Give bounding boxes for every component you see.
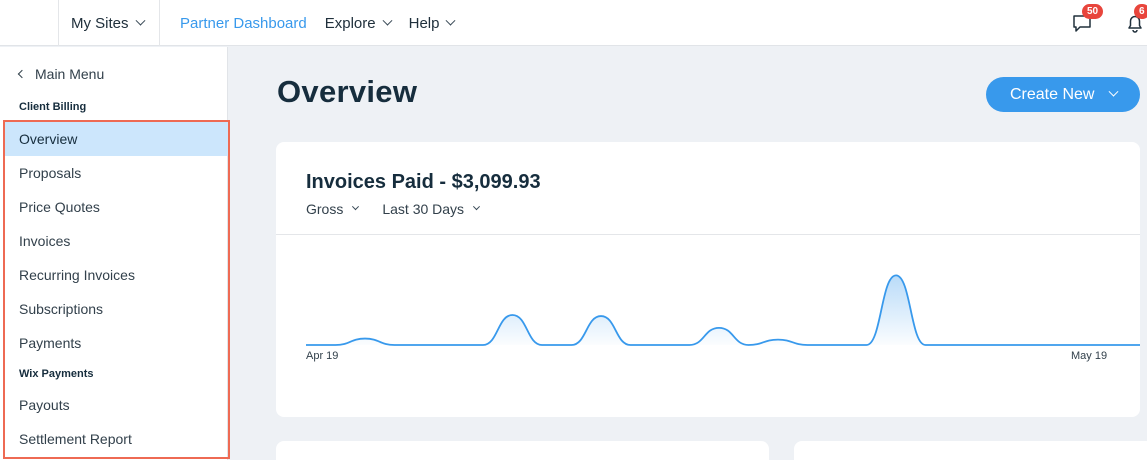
chart-point-10 — [599, 314, 603, 318]
chart-point-22 — [953, 343, 957, 347]
chart-point-26 — [1071, 343, 1075, 347]
chevron-down-icon — [473, 202, 481, 210]
chart-point-24 — [1012, 343, 1016, 347]
gross-filter-dropdown[interactable]: Gross — [306, 201, 360, 217]
my-sites-dropdown[interactable]: My Sites — [59, 0, 160, 46]
chart-point-8 — [540, 343, 544, 347]
messages-badge: 50 — [1082, 4, 1104, 19]
sidebar-item-price-quotes[interactable]: Price Quotes — [5, 190, 228, 224]
logo-area — [0, 0, 59, 46]
x-tick-end: May 19 — [1071, 350, 1108, 362]
chevron-down-icon — [446, 15, 456, 26]
invoices-chart — [304, 273, 1140, 347]
chart-point-18 — [835, 343, 839, 347]
chart-point-9 — [570, 343, 574, 347]
chart-point-27 — [1101, 343, 1105, 347]
create-new-button[interactable]: Create New — [986, 77, 1140, 112]
card-filters: Gross Last 30 Days — [306, 201, 503, 217]
nav-help[interactable]: Help — [409, 15, 456, 32]
chart-point-0 — [304, 343, 308, 347]
chart-point-7 — [511, 313, 515, 317]
chart-point-4 — [422, 343, 426, 347]
messages-button[interactable]: 50 — [1071, 4, 1104, 34]
chart-area-fill — [306, 275, 1140, 345]
chart-point-28 — [1130, 343, 1134, 347]
section-title-client-billing: Client Billing — [19, 101, 87, 113]
chart-point-21 — [924, 343, 928, 347]
chart-point-6 — [481, 343, 485, 347]
sidebar-item-settlement-report[interactable]: Settlement Report — [5, 422, 228, 456]
sidebar-item-payments[interactable]: Payments — [5, 326, 228, 360]
chart-point-16 — [776, 338, 780, 342]
bottom-card-left — [276, 441, 769, 460]
chevron-down-icon — [1109, 86, 1119, 97]
section-title-wix-payments: Wix Payments — [19, 368, 94, 380]
notifications-button[interactable]: 6 — [1124, 4, 1147, 34]
date-range-dropdown[interactable]: Last 30 Days — [382, 201, 481, 217]
date-range-label: Last 30 Days — [382, 201, 465, 217]
chevron-down-icon — [352, 202, 360, 210]
invoices-paid-card: Invoices Paid - $3,099.93 Gross Last 30 … — [276, 142, 1140, 417]
nav-partner-dashboard[interactable]: Partner Dashboard — [180, 15, 307, 32]
top-bar: My Sites Partner Dashboard Explore Help … — [0, 0, 1147, 46]
chevron-down-icon — [382, 15, 393, 26]
menu-highlight-box: Overview Proposals Price Quotes Invoices… — [3, 120, 230, 459]
chart-point-19 — [865, 343, 869, 347]
sidebar: Main Menu Client Billing Overview Propos… — [0, 47, 230, 460]
chevron-left-icon — [17, 69, 27, 79]
chart-point-12 — [658, 343, 662, 347]
chart-point-11 — [629, 343, 633, 347]
chevron-down-icon — [135, 15, 145, 26]
notifications-badge: 6 — [1134, 4, 1147, 19]
chart-point-17 — [806, 343, 810, 347]
chart-point-23 — [983, 343, 987, 347]
sidebar-item-payouts[interactable]: Payouts — [5, 388, 228, 422]
main-menu-link[interactable]: Main Menu — [17, 66, 105, 82]
chart-point-2 — [363, 337, 367, 341]
card-title: Invoices Paid - $3,099.93 — [306, 171, 541, 193]
chart-point-5 — [452, 343, 456, 347]
sidebar-item-recurring-invoices[interactable]: Recurring Invoices — [5, 258, 228, 292]
chart-point-13 — [688, 343, 692, 347]
chart-point-3 — [393, 343, 397, 347]
chart-point-14 — [717, 326, 721, 330]
sidebar-item-subscriptions[interactable]: Subscriptions — [5, 292, 228, 326]
sidebar-item-overview[interactable]: Overview — [5, 122, 228, 156]
top-nav: Partner Dashboard Explore Help — [180, 0, 472, 46]
chart-point-20 — [894, 273, 898, 277]
nav-explore[interactable]: Explore — [325, 15, 393, 32]
chart-point-15 — [747, 343, 751, 347]
gross-filter-label: Gross — [306, 201, 344, 217]
sidebar-item-invoices[interactable]: Invoices — [5, 224, 228, 258]
my-sites-label: My Sites — [71, 14, 129, 32]
main-menu-label: Main Menu — [35, 66, 105, 82]
sidebar-item-proposals[interactable]: Proposals — [5, 156, 228, 190]
create-new-label: Create New — [1010, 85, 1095, 103]
page-title: Overview — [277, 74, 418, 109]
x-tick-start: Apr 19 — [306, 350, 339, 362]
chart-point-1 — [334, 343, 338, 347]
bottom-card-right — [794, 441, 1147, 460]
chart-point-25 — [1042, 343, 1046, 347]
